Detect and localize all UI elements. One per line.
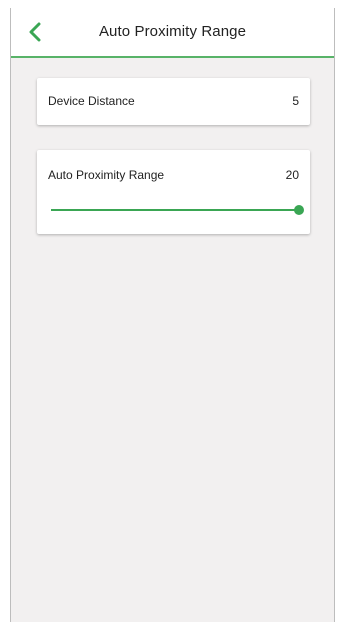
device-distance-value: 5 (292, 94, 299, 108)
slider-fill (51, 209, 299, 211)
auto-proximity-range-label: Auto Proximity Range (48, 168, 165, 182)
auto-proximity-range-card: Auto Proximity Range 20 (37, 150, 310, 234)
slider-thumb[interactable] (294, 205, 304, 215)
auto-proximity-range-value: 20 (285, 168, 299, 182)
page-title: Auto Proximity Range (98, 23, 247, 40)
app-screen: Auto Proximity Range Device Distance 5 A… (10, 8, 335, 622)
device-distance-card[interactable]: Device Distance 5 (37, 78, 310, 125)
auto-proximity-range-slider[interactable] (51, 202, 304, 218)
device-distance-label: Device Distance (48, 94, 135, 108)
top-bar: Auto Proximity Range (11, 8, 334, 58)
